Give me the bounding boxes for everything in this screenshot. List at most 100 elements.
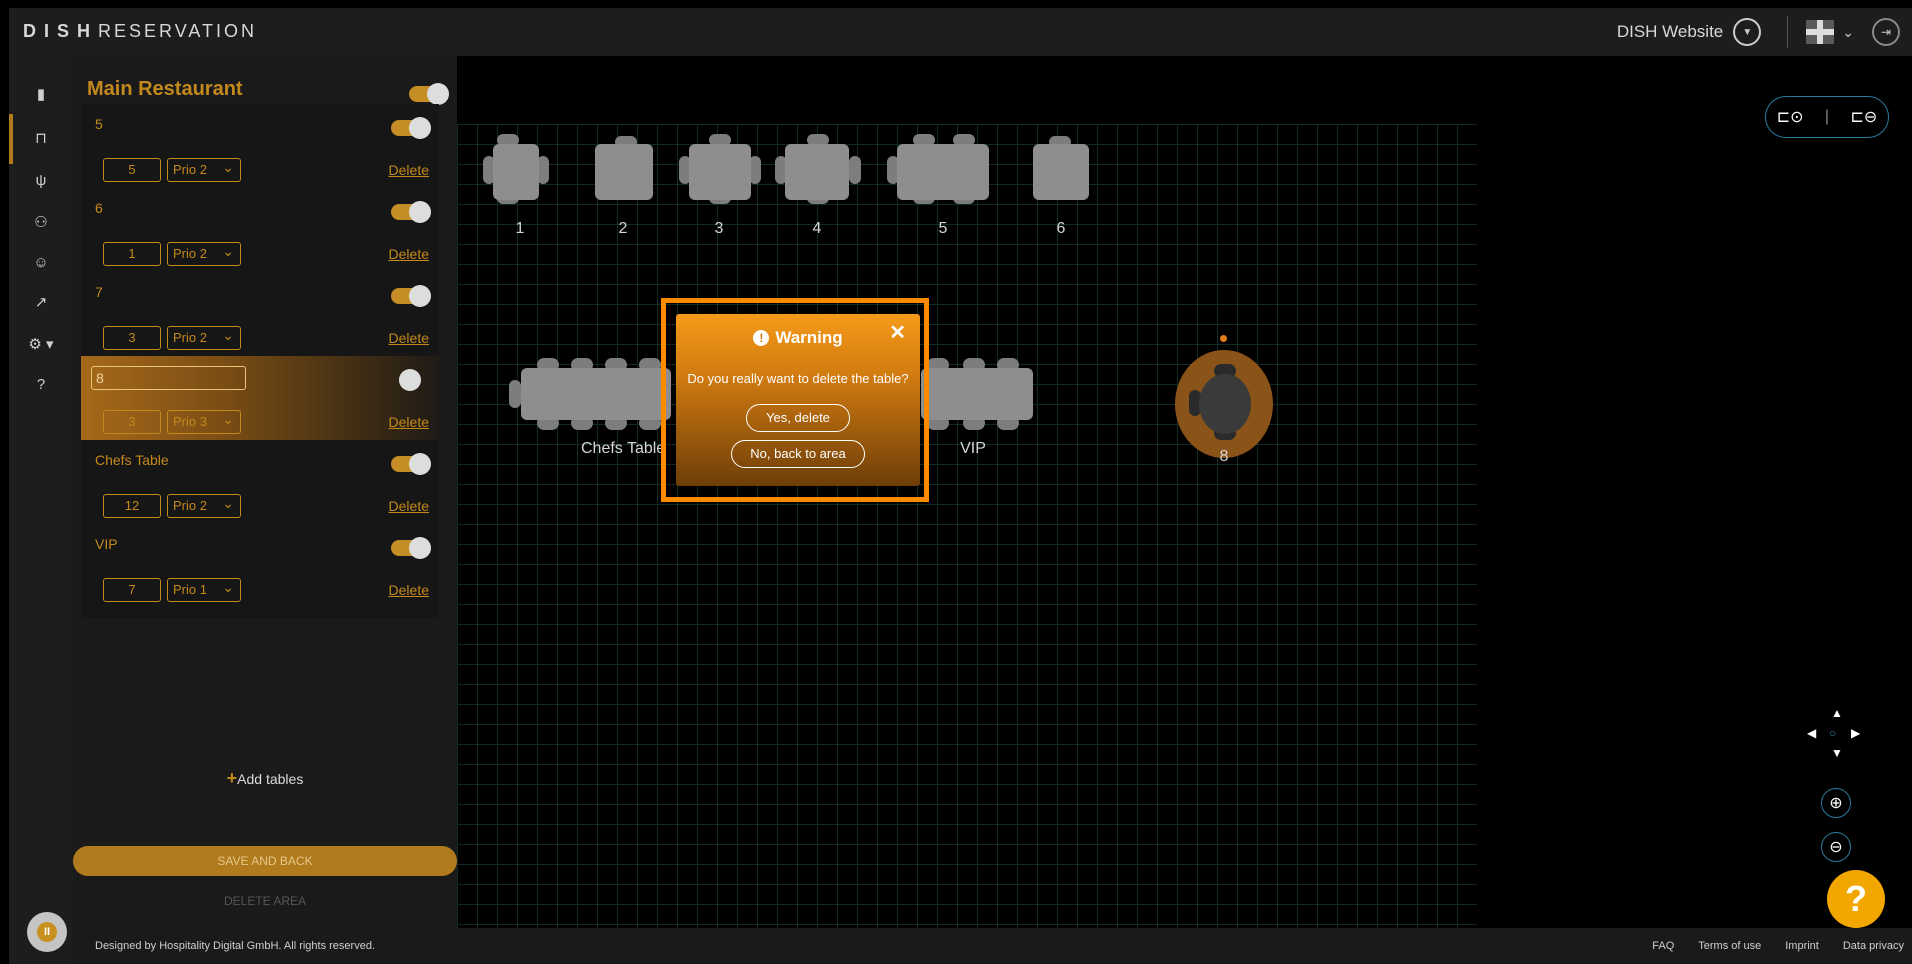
cutlery-icon[interactable]: ψ (9, 160, 73, 200)
uk-flag-icon[interactable] (1806, 20, 1835, 44)
app-frame: DISHRESERVATION DISH Website ▼ ⌄ ⇥ ▮ ⊓ ψ… (9, 8, 1912, 964)
priority-select[interactable]: Prio 1 (167, 576, 241, 602)
table-toggle[interactable] (391, 369, 429, 391)
table-name-input[interactable]: 8 (91, 366, 246, 390)
add-area-icon[interactable]: ⊏⊙ (1777, 107, 1804, 127)
view-toggle-control: ⊏⊙ | ⊏⊖ (1765, 96, 1889, 138)
table-name: Chefs Table (95, 452, 169, 468)
divider (1787, 16, 1789, 48)
pan-control: ▲ ◀ ○ ▶ ▼ (1807, 706, 1867, 766)
imprint-link[interactable]: Imprint (1785, 940, 1819, 952)
table-toggle[interactable] (391, 453, 431, 475)
seats-input[interactable]: 1 (103, 242, 161, 266)
cancel-button[interactable]: No, back to area (731, 440, 865, 468)
priority-select[interactable]: Prio 2 (167, 156, 241, 182)
save-and-back-button[interactable]: SAVE AND BACK (73, 846, 457, 876)
table-label: 8 (1219, 448, 1229, 465)
floor-plan-grid[interactable] (457, 124, 1477, 928)
top-bar: DISHRESERVATION DISH Website ▼ ⌄ ⇥ (9, 8, 1912, 56)
help-button[interactable]: ? (1827, 870, 1885, 928)
delete-link[interactable]: Delete (389, 162, 429, 178)
seats-input[interactable]: 7 (103, 578, 161, 602)
seats-input[interactable]: 12 (103, 494, 161, 518)
top-right-controls: DISH Website ▼ ⌄ ⇥ (1617, 8, 1912, 56)
guests-icon[interactable]: ⚇ (9, 202, 73, 242)
dish-website-link[interactable]: DISH Website (1617, 22, 1723, 42)
table-shape (921, 368, 1033, 420)
table-name: 7 (95, 284, 103, 300)
table-shape (1199, 374, 1251, 434)
language-chevron-icon[interactable]: ⌄ (1842, 24, 1854, 41)
privacy-link[interactable]: Data privacy (1843, 940, 1904, 952)
chevron-down-icon[interactable]: ▼ (1733, 18, 1762, 46)
table-label: 2 (618, 220, 628, 237)
delete-link[interactable]: Delete (389, 414, 429, 430)
brand-logo: DISHRESERVATION (23, 21, 258, 41)
confirm-delete-button[interactable]: Yes, delete (746, 404, 850, 432)
pause-button[interactable]: II (27, 912, 67, 952)
delete-link[interactable]: Delete (389, 498, 429, 514)
add-tables-button[interactable]: +Add tables (73, 768, 457, 789)
pan-left-icon[interactable]: ◀ (1807, 726, 1816, 740)
table-shape (595, 144, 653, 200)
zoom-in-icon[interactable]: ⊕ (1821, 788, 1851, 818)
table-card: 7 3 Prio 2 Delete (81, 272, 439, 366)
table-card: Chefs Table 12 Prio 2 Delete (81, 440, 439, 534)
seats-input[interactable]: 3 (103, 326, 161, 350)
icon-rail: ▮ ⊓ ψ ⚇ ☺ ↗ ⚙ ▾ ? II (9, 56, 73, 964)
help-icon[interactable]: ? (9, 364, 73, 404)
smiley-icon[interactable]: ☺ (9, 242, 73, 282)
table-shape (521, 368, 671, 420)
table-shape (1033, 144, 1089, 200)
pan-down-icon[interactable]: ▼ (1831, 746, 1843, 760)
pause-icon: II (37, 922, 57, 942)
faq-link[interactable]: FAQ (1652, 940, 1674, 952)
table-card: 5 5 Prio 2 Delete (81, 104, 439, 198)
area-title: Main Restaurant (87, 78, 243, 100)
pan-center-icon[interactable]: ○ (1829, 726, 1836, 740)
table-name: VIP (95, 536, 118, 552)
priority-select[interactable]: Prio 2 (167, 324, 241, 350)
priority-select[interactable]: Prio 2 (167, 492, 241, 518)
dialog-title: ! Warning (676, 328, 920, 348)
rotate-handle[interactable] (1220, 335, 1227, 342)
priority-select[interactable]: Prio 2 (167, 240, 241, 266)
table-shape (689, 144, 751, 200)
table-toggle[interactable] (391, 285, 431, 307)
seats-input[interactable]: 5 (103, 158, 161, 182)
chart-icon[interactable]: ↗ (9, 282, 73, 322)
delete-link[interactable]: Delete (389, 246, 429, 262)
delete-area-button[interactable]: DELETE AREA (73, 886, 457, 916)
dialog-message: Do you really want to delete the table? (687, 371, 909, 386)
table-toggle[interactable] (391, 117, 431, 139)
tables-panel: Main Restaurant 5 5 Prio 2 Delete 6 1 Pr… (73, 56, 457, 928)
gear-icon[interactable]: ⚙ ▾ (9, 324, 73, 364)
zoom-out-icon[interactable]: ⊖ (1821, 832, 1851, 862)
table-label: VIP (960, 440, 986, 457)
close-icon[interactable]: ✕ (889, 320, 906, 345)
table-card: 6 1 Prio 2 Delete (81, 188, 439, 282)
seats-input[interactable]: 3 (103, 410, 161, 434)
table-toggle[interactable] (391, 201, 431, 223)
book-icon[interactable]: ▮ (9, 74, 73, 114)
warning-dialog: ! Warning ✕ Do you really want to delete … (676, 314, 920, 486)
table-name: 5 (95, 116, 103, 132)
area-toggle[interactable] (409, 83, 449, 105)
table-card-selected: 8 3 Prio 3 Delete (81, 356, 439, 450)
delete-link[interactable]: Delete (389, 330, 429, 346)
table-icon[interactable]: ⊓ (9, 118, 73, 158)
pan-right-icon[interactable]: ▶ (1851, 726, 1860, 740)
table-toggle[interactable] (391, 537, 431, 559)
table-shape (897, 144, 989, 200)
terms-link[interactable]: Terms of use (1698, 940, 1761, 952)
logout-icon[interactable]: ⇥ (1872, 18, 1900, 46)
priority-select[interactable]: Prio 3 (167, 408, 241, 434)
table-label: 5 (938, 220, 948, 237)
divider: | (1824, 108, 1830, 125)
delete-link[interactable]: Delete (389, 582, 429, 598)
table-label: 6 (1056, 220, 1066, 237)
pan-up-icon[interactable]: ▲ (1831, 706, 1843, 720)
table-name: 6 (95, 200, 103, 216)
remove-area-icon[interactable]: ⊏⊖ (1850, 107, 1877, 127)
table-card: VIP 7 Prio 1 Delete (81, 524, 439, 618)
